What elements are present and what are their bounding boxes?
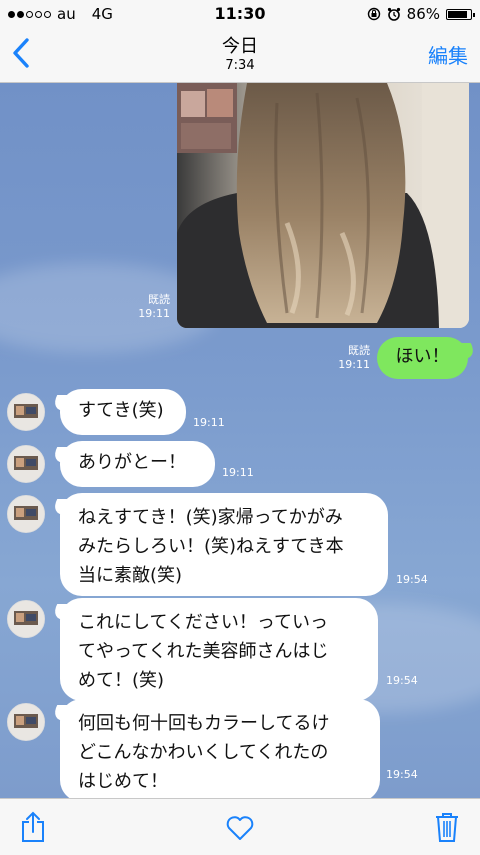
received-message-bubble[interactable]: すてき(笑) bbox=[60, 389, 186, 435]
received-message-bubble[interactable]: ありがとー！ bbox=[60, 441, 215, 487]
trash-icon[interactable] bbox=[434, 811, 460, 843]
message-line: 何回も何十回もカラーしてるけ bbox=[78, 713, 330, 734]
message-time: 19:11 bbox=[338, 358, 370, 371]
avatar-image bbox=[8, 446, 44, 482]
photo-meta: 既読 19:11 bbox=[132, 293, 170, 321]
edit-button[interactable]: 編集 bbox=[428, 40, 468, 69]
avatar[interactable] bbox=[7, 600, 45, 638]
status-right: 86% bbox=[367, 5, 475, 23]
avatar-image bbox=[8, 704, 44, 740]
message-time: 19:11 bbox=[138, 307, 170, 320]
avatar-image bbox=[8, 496, 44, 532]
received-message-bubble[interactable]: 何回も何十回もカラーしてるけ どこんなかわいくしてくれたの はじめて！ bbox=[60, 699, 380, 798]
avatar[interactable] bbox=[7, 393, 45, 431]
status-bar: au 4G 11:30 86% bbox=[0, 0, 480, 28]
avatar[interactable] bbox=[7, 703, 45, 741]
share-icon[interactable] bbox=[20, 811, 46, 843]
received-message-bubble[interactable]: これにしてください！っていっ てやってくれた美容師さんはじ めて！(笑) bbox=[60, 598, 378, 701]
message-line: これにしてください！っていっ bbox=[78, 612, 329, 633]
message-line: どこんなかわいくしてくれたの bbox=[78, 742, 329, 763]
battery-icon bbox=[446, 8, 475, 20]
nav-title: 今日 bbox=[222, 36, 258, 57]
message-line: はじめて！ bbox=[78, 771, 168, 792]
battery-percent: 86% bbox=[406, 5, 440, 23]
read-receipt: 既読 bbox=[348, 344, 370, 357]
photo-message[interactable] bbox=[177, 83, 469, 328]
nav-subtitle: 7:34 bbox=[225, 58, 255, 73]
bottom-toolbar bbox=[0, 798, 480, 855]
message-time: 19:54 bbox=[386, 674, 418, 687]
avatar[interactable] bbox=[7, 495, 45, 533]
message-time: 19:54 bbox=[386, 768, 418, 781]
message-time: 19:54 bbox=[396, 573, 428, 586]
message-text: すてき(笑) bbox=[78, 400, 164, 421]
avatar-image bbox=[8, 394, 44, 430]
message-line: みたらしろい！(笑)ねえすてき本 bbox=[78, 536, 344, 557]
heart-icon[interactable] bbox=[225, 815, 255, 841]
rotation-lock-icon bbox=[367, 7, 380, 21]
message-line: てやってくれた美容師さんはじ bbox=[78, 641, 329, 662]
alarm-icon bbox=[387, 7, 400, 21]
message-line: ねえすてき！(笑)家帰ってかがみ bbox=[78, 507, 343, 528]
message-time: 19:11 bbox=[222, 466, 254, 479]
avatar-image bbox=[8, 601, 44, 637]
nav-bar: 今日 7:34 編集 bbox=[0, 28, 480, 83]
sent-meta: 既読 19:11 bbox=[332, 344, 370, 372]
message-line: めて！(笑) bbox=[78, 670, 165, 691]
hair-photo-image bbox=[177, 83, 469, 328]
message-text: ありがとー！ bbox=[78, 452, 186, 473]
message-text: ほい！ bbox=[395, 346, 450, 367]
read-receipt: 既読 bbox=[148, 293, 170, 306]
received-message-bubble[interactable]: ねえすてき！(笑)家帰ってかがみ みたらしろい！(笑)ねえすてき本 当に素敵(笑… bbox=[60, 493, 388, 596]
message-time: 19:11 bbox=[193, 416, 225, 429]
sent-message-bubble[interactable]: ほい！ bbox=[377, 337, 468, 379]
chat-area[interactable]: 既読 19:11 既読 19:11 ほい！ すてき(笑) 19:11 ありがとー… bbox=[0, 83, 480, 798]
avatar[interactable] bbox=[7, 445, 45, 483]
message-line: 当に素敵(笑) bbox=[78, 565, 183, 586]
